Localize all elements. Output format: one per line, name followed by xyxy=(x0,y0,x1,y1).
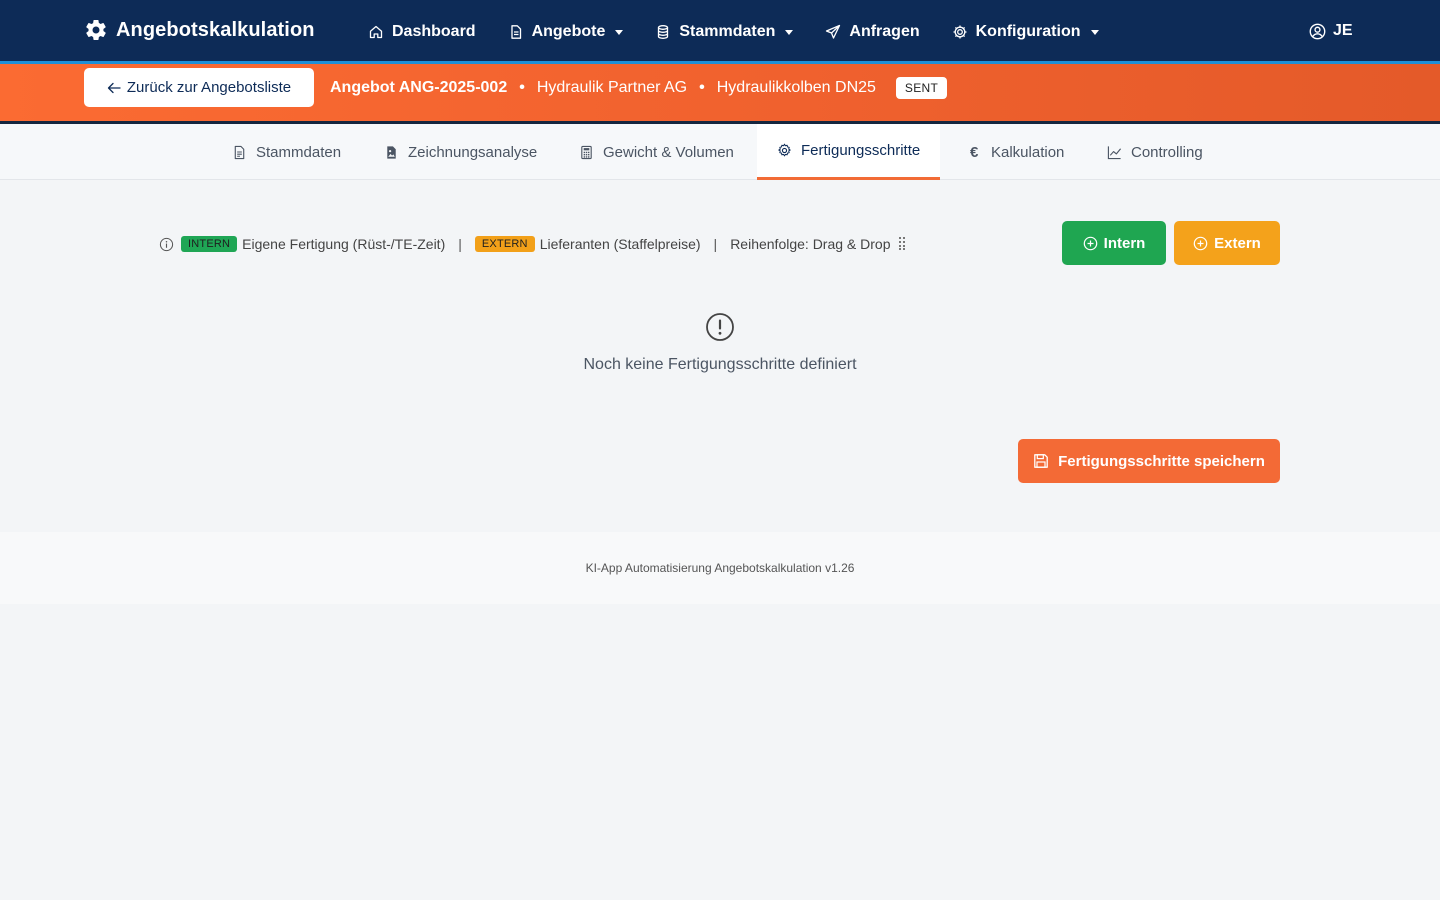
calculator-icon xyxy=(579,145,594,160)
status-badge: SENT xyxy=(895,77,948,99)
brand[interactable]: Angebotskalkulation xyxy=(84,18,315,42)
main-content: INTERN Eigene Fertigung (Rüst-/TE-Zeit) … xyxy=(0,180,1440,532)
tab-fertigungsschritte[interactable]: Fertigungsschritte xyxy=(757,124,941,180)
tab-label: Fertigungsschritte xyxy=(801,142,921,159)
offer-summary: Angebot ANG-2025-002 • Hydraulik Partner… xyxy=(330,76,948,100)
gear-icon xyxy=(777,143,792,158)
main-nav: Dashboard Angebote Stammdaten Anfragen K… xyxy=(368,0,1131,64)
product-name: Hydraulikkolben DN25 xyxy=(716,79,876,96)
chevron-down-icon xyxy=(785,29,794,35)
database-icon xyxy=(655,24,671,40)
save-steps-button[interactable]: Fertigungsschritte speichern xyxy=(1018,439,1280,483)
save-icon xyxy=(1033,453,1049,469)
nav-konfiguration[interactable]: Konfiguration xyxy=(952,23,1099,41)
button-label: Extern xyxy=(1214,234,1261,252)
tab-label: Controlling xyxy=(1131,143,1203,161)
separator-dot: • xyxy=(699,79,705,96)
home-icon xyxy=(368,24,384,40)
nav-label: Konfiguration xyxy=(975,23,1081,40)
top-navbar: Angebotskalkulation Dashboard Angebote S… xyxy=(0,0,1440,64)
tab-controlling[interactable]: Controlling xyxy=(1107,124,1203,180)
nav-label: Stammdaten xyxy=(679,23,776,40)
image-file-icon xyxy=(384,145,399,160)
separator-dot: • xyxy=(519,79,525,96)
send-icon xyxy=(825,24,841,40)
back-to-offer-list-button[interactable]: Zurück zur Angebotsliste xyxy=(84,68,314,107)
chart-line-icon xyxy=(1107,145,1122,160)
plus-circle-icon xyxy=(1193,236,1208,251)
nav-anfragen[interactable]: Anfragen xyxy=(825,23,920,41)
info-icon xyxy=(159,237,181,252)
empty-state: Noch keine Fertigungsschritte definiert xyxy=(0,312,1440,374)
intern-badge: INTERN xyxy=(181,236,238,252)
tab-label: Gewicht & Volumen xyxy=(603,143,734,161)
tab-label: Zeichnungsanalyse xyxy=(408,143,538,161)
legend-divider: | xyxy=(713,236,718,252)
customer-name: Hydraulik Partner AG xyxy=(536,79,688,96)
add-intern-step-button[interactable]: Intern xyxy=(1062,221,1166,265)
button-label: Intern xyxy=(1103,234,1146,252)
order-hint: Reihenfolge: Drag & Drop xyxy=(730,236,891,252)
tab-gewicht-volumen[interactable]: Gewicht & Volumen xyxy=(579,124,734,180)
drag-handle-icon xyxy=(898,237,905,251)
user-initials: JE xyxy=(1333,22,1353,39)
arrow-left-icon xyxy=(107,81,121,95)
intern-description: Eigene Fertigung (Rüst-/TE-Zeit) xyxy=(242,236,446,252)
step-type-legend: INTERN Eigene Fertigung (Rüst-/TE-Zeit) … xyxy=(159,234,905,254)
tab-kalkulation[interactable]: € Kalkulation xyxy=(970,124,1064,180)
nav-stammdaten[interactable]: Stammdaten xyxy=(655,23,794,41)
footer-text: KI-App Automatisierung Angebotskalkulati… xyxy=(585,561,855,575)
nav-label: Anfragen xyxy=(849,23,920,40)
footer: KI-App Automatisierung Angebotskalkulati… xyxy=(0,532,1440,604)
add-extern-step-button[interactable]: Extern xyxy=(1174,221,1280,265)
nav-angebote[interactable]: Angebote xyxy=(508,23,624,41)
brand-title: Angebotskalkulation xyxy=(116,18,315,41)
euro-icon: € xyxy=(970,143,979,161)
chevron-down-icon xyxy=(615,29,624,35)
user-circle-icon xyxy=(1309,23,1326,40)
button-label: Fertigungsschritte speichern xyxy=(1058,452,1265,470)
gear-icon xyxy=(952,24,968,40)
tab-stammdaten[interactable]: Stammdaten xyxy=(232,124,341,180)
nav-dashboard[interactable]: Dashboard xyxy=(368,23,476,41)
chevron-down-icon xyxy=(1090,29,1099,35)
offer-context-bar: Zurück zur Angebotsliste Angebot ANG-202… xyxy=(0,64,1440,124)
tab-label: Kalkulation xyxy=(991,143,1065,161)
exclamation-circle-icon xyxy=(705,312,735,342)
gear-icon xyxy=(84,18,108,42)
plus-circle-icon xyxy=(1083,236,1098,251)
tab-label: Stammdaten xyxy=(256,143,342,161)
offer-number: Angebot ANG-2025-002 xyxy=(330,79,508,96)
offer-tabs: Stammdaten Zeichnungsanalyse Gewicht & V… xyxy=(0,124,1440,180)
nav-label: Angebote xyxy=(531,23,606,40)
back-button-label: Zurück zur Angebotsliste xyxy=(126,79,292,96)
extern-badge: EXTERN xyxy=(474,236,535,252)
nav-label: Dashboard xyxy=(392,23,476,40)
legend-divider: | xyxy=(458,236,462,252)
tab-zeichnungsanalyse[interactable]: Zeichnungsanalyse xyxy=(384,124,537,180)
empty-state-message: Noch keine Fertigungsschritte definiert xyxy=(583,356,857,373)
user-menu[interactable]: JE xyxy=(1309,22,1353,40)
extern-description: Lieferanten (Staffelpreise) xyxy=(539,236,701,252)
document-icon xyxy=(508,24,524,40)
document-icon xyxy=(232,145,247,160)
